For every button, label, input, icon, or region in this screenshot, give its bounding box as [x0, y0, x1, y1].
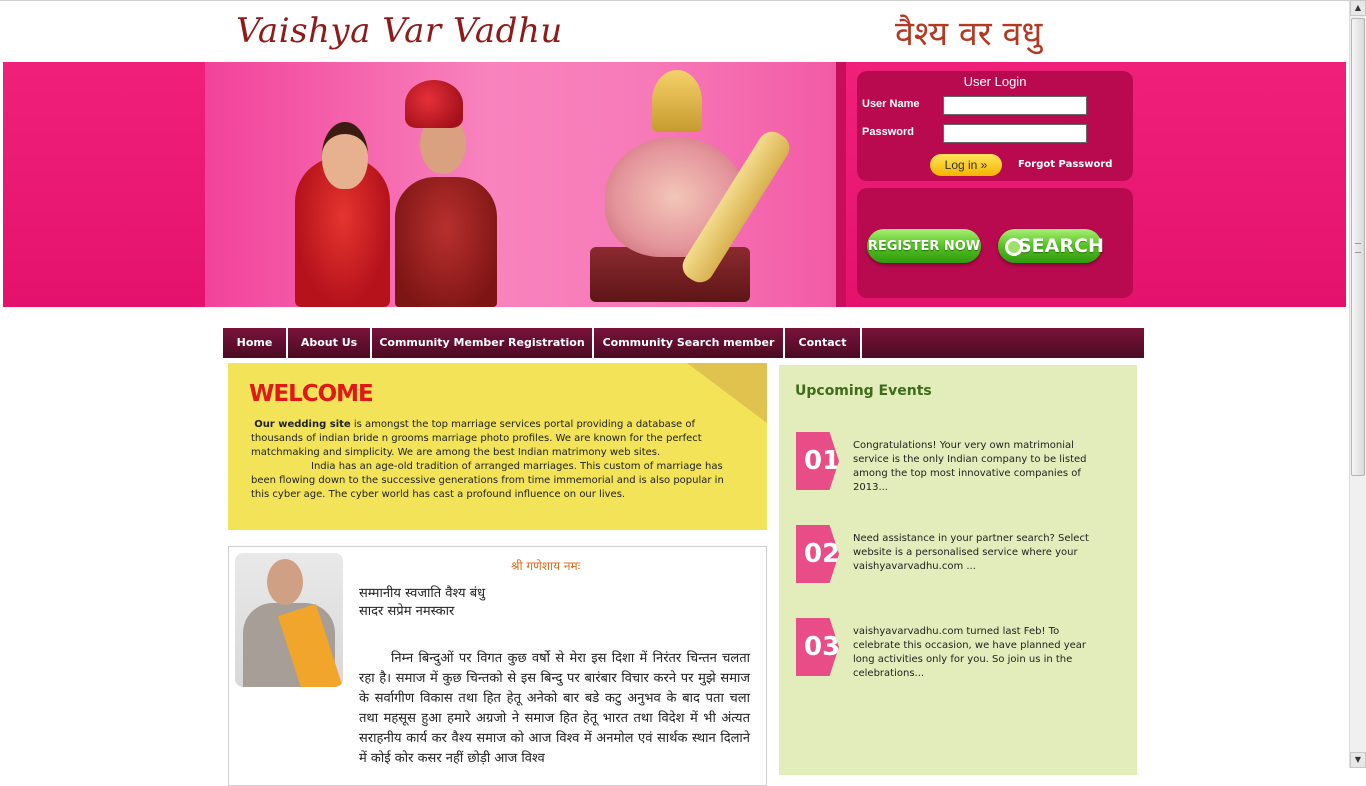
upcoming-events: Upcoming Events 01 Congratulations! Your…	[779, 365, 1137, 775]
search-button-label: SEARCH	[1018, 235, 1104, 257]
login-title: User Login	[963, 74, 1027, 89]
welcome-section: WELCOME Our wedding site is amongst the …	[228, 363, 767, 530]
message-heading: श्री गणेशाय नमः	[511, 559, 581, 573]
event-number-badge: 02	[796, 525, 839, 583]
hero-banner	[3, 62, 1346, 307]
event-number-badge: 01	[796, 432, 839, 490]
nav-community-member-registration[interactable]: Community Member Registration	[372, 328, 594, 358]
greeting-line-1: सम्मानीय स्वजाति वैश्य बंधु	[359, 586, 486, 601]
event-text[interactable]: vaishyavarvadhu.com turned last Feb! To …	[853, 625, 1105, 681]
scroll-up-arrow-icon[interactable]: ▲	[1350, 0, 1366, 16]
events-title: Upcoming Events	[795, 383, 932, 399]
forgot-password-link[interactable]: Forgot Password	[1018, 159, 1112, 170]
founder-photo	[235, 553, 343, 687]
decorative-corner	[687, 363, 767, 423]
welcome-title: WELCOME	[249, 381, 374, 407]
login-panel: User Login User Name Password Log in » F…	[857, 71, 1133, 181]
nav-home[interactable]: Home	[223, 328, 288, 358]
nav-contact[interactable]: Contact	[785, 328, 862, 358]
main-navigation: Home About Us Community Member Registrat…	[223, 328, 1144, 358]
ganesh-crown	[652, 70, 702, 132]
welcome-lead-bold: Our wedding site	[254, 419, 351, 430]
login-button[interactable]: Log in »	[930, 154, 1002, 176]
username-label: User Name	[862, 98, 920, 110]
action-panel: REGISTER NOW SEARCH	[857, 188, 1133, 298]
vertical-scrollbar[interactable]: ▲ ▼	[1349, 0, 1366, 768]
groom-figure	[395, 177, 497, 307]
welcome-paragraph-2: India has an age-old tradition of arrang…	[251, 461, 724, 500]
message-body: निम्न बिन्दुओं पर विगत कुछ वर्षो से मेरा…	[359, 651, 750, 766]
scroll-grip-icon	[1355, 243, 1361, 253]
logo-hindi: वैश्य वर वधु	[895, 14, 1043, 54]
bride-head	[322, 122, 368, 189]
nav-about-us[interactable]: About Us	[288, 328, 372, 358]
message-greeting: सम्मानीय स्वजाति वैश्य बंधु सादर सप्रेम …	[359, 585, 485, 621]
nav-community-search-member[interactable]: Community Search member	[594, 328, 785, 358]
photo-face	[267, 559, 303, 605]
register-now-button[interactable]: REGISTER NOW	[867, 229, 981, 263]
founder-message: श्री गणेशाय नमः सम्मानीय स्वजाति वैश्य ब…	[228, 546, 767, 786]
welcome-text: Our wedding site is amongst the top marr…	[251, 418, 741, 502]
greeting-line-2: सादर सप्रेम नमस्कार	[359, 604, 455, 619]
banner-image	[205, 62, 836, 307]
search-button[interactable]: SEARCH	[998, 229, 1104, 263]
event-text[interactable]: Need assistance in your partner search? …	[853, 532, 1105, 574]
site-header: Vaishya Var Vadhu वैश्य वर वधु	[0, 0, 1349, 63]
banner-divider	[836, 62, 846, 307]
password-label: Password	[862, 126, 914, 138]
scroll-down-arrow-icon[interactable]: ▼	[1350, 752, 1366, 768]
logo-english[interactable]: Vaishya Var Vadhu	[236, 11, 563, 51]
event-text[interactable]: Congratulations! Your very own matrimoni…	[853, 439, 1105, 495]
password-input[interactable]	[943, 124, 1087, 143]
scroll-thumb[interactable]	[1351, 18, 1365, 476]
event-number-badge: 03	[796, 618, 839, 676]
username-input[interactable]	[943, 96, 1087, 115]
groom-turban	[405, 80, 463, 128]
welcome-paragraph-1: Our wedding site is amongst the top marr…	[251, 418, 741, 460]
magnifier-icon	[1005, 238, 1023, 256]
